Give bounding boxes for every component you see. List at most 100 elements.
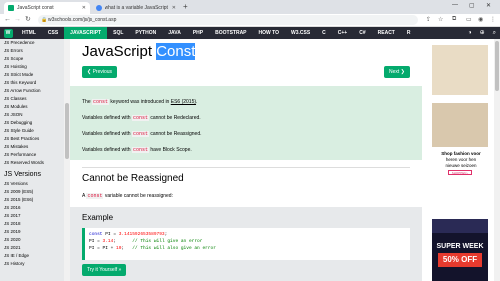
- example-title: Example: [82, 213, 114, 222]
- sidebar-item[interactable]: JS Classes: [0, 95, 64, 103]
- nav-python[interactable]: PYTHON: [129, 27, 162, 39]
- sidepanel-icon[interactable]: ▭: [466, 16, 472, 23]
- note-line-3: Variables defined with const cannot be R…: [82, 131, 202, 137]
- nav-w3css[interactable]: W3.CSS: [285, 27, 316, 39]
- try-it-yourself-button[interactable]: Try it Yourself »: [82, 264, 127, 276]
- sidebar-item[interactable]: JS 2021: [0, 244, 64, 252]
- page-scrollbar[interactable]: [494, 39, 500, 281]
- code-line: PI = PI + 10; // This will also give an …: [89, 246, 216, 251]
- sidebar-scroll-thumb[interactable]: [65, 103, 69, 159]
- nav-how-to[interactable]: HOW TO: [253, 27, 285, 39]
- forward-icon[interactable]: →: [14, 15, 21, 25]
- nav-javascript[interactable]: JAVASCRIPT: [64, 27, 108, 39]
- share-icon[interactable]: ⇪: [426, 16, 431, 23]
- divider: [82, 167, 410, 168]
- main-content: JavaScript Const ❮ Previous Next ❯ The c…: [70, 39, 422, 281]
- browser-tab-bar: JavaScript const ✕ what is a variable Ja…: [0, 0, 500, 14]
- browser-tab[interactable]: what is a variable JavaScript - Go ✕: [92, 2, 180, 14]
- nav-sql[interactable]: SQL: [107, 27, 129, 39]
- ad-text-3: nieuwe seizoen: [445, 163, 477, 168]
- w3schools-logo[interactable]: W: [0, 27, 16, 39]
- sidebar-item[interactable]: JS Style Guide: [0, 127, 64, 135]
- reload-icon[interactable]: ↻: [25, 15, 31, 25]
- sidebar-item[interactable]: JS History: [0, 260, 64, 268]
- nav-java[interactable]: JAVA: [162, 27, 187, 39]
- profile-icon[interactable]: ◉: [478, 16, 483, 23]
- es6-link[interactable]: ES6 (2015): [171, 99, 196, 105]
- section-paragraph: A const variable cannot be reassigned:: [82, 193, 173, 199]
- tab-label: what is a variable JavaScript - Go: [104, 5, 169, 11]
- sidebar-item[interactable]: JS Debugging: [0, 119, 64, 127]
- nav-cpp[interactable]: C++: [332, 27, 353, 39]
- sidebar-item[interactable]: JS 2020: [0, 236, 64, 244]
- sidebar-item[interactable]: JS 2019: [0, 228, 64, 236]
- ad-text-2: heren voor hen: [445, 157, 477, 162]
- sidebar-item[interactable]: JS IE / Edge: [0, 252, 64, 260]
- code-line: const PI = 3.141592653589793;: [89, 232, 168, 237]
- new-tab-icon[interactable]: +: [183, 2, 188, 12]
- browser-tab-active[interactable]: JavaScript const ✕: [4, 2, 90, 14]
- sidebar-item[interactable]: JS Versions: [0, 180, 64, 188]
- previous-button[interactable]: ❮ Previous: [82, 66, 118, 78]
- page-title: JavaScript Const: [82, 43, 196, 60]
- sidebar-item[interactable]: JS this Keyword: [0, 79, 64, 87]
- sidebar: JS Precedence JS Errors JS Scope JS Hoistin…: [0, 39, 64, 281]
- close-tab-icon[interactable]: ✕: [82, 5, 86, 11]
- ad-shirt-image[interactable]: [432, 103, 488, 147]
- page-scroll-thumb[interactable]: [495, 41, 499, 91]
- globe-icon[interactable]: ⊕: [480, 27, 485, 39]
- sidebar-item[interactable]: JS 2017: [0, 212, 64, 220]
- note-line-2: Variables defined with const cannot be R…: [82, 115, 201, 121]
- back-icon[interactable]: ←: [4, 15, 11, 25]
- ad-shop-button[interactable]: SHOPPEN ›: [448, 170, 472, 175]
- example-box: Example const PI = 3.141592653589793; PI…: [70, 207, 422, 281]
- sidebar-item[interactable]: JS Modules: [0, 103, 64, 111]
- maximize-icon[interactable]: ▢: [469, 2, 475, 9]
- sidebar-heading: JS Versions: [4, 171, 41, 178]
- sidebar-item[interactable]: JS Mistakes: [0, 143, 64, 151]
- nav-bootstrap[interactable]: BOOTSTRAP: [209, 27, 252, 39]
- lock-icon: 🔒: [41, 17, 48, 23]
- google-favicon-icon: [96, 5, 102, 11]
- sidebar-item[interactable]: JS Best Practices: [0, 135, 64, 143]
- sidebar-item[interactable]: JS Reserved Words: [0, 159, 64, 167]
- url-input[interactable]: 🔒 w3schools.com/js/js_const.asp: [38, 15, 418, 25]
- sidebar-item[interactable]: JS Errors: [0, 47, 64, 55]
- nav-html[interactable]: HTML: [16, 27, 42, 39]
- star-icon[interactable]: ☆: [438, 16, 443, 23]
- search-icon[interactable]: ⌕: [493, 27, 496, 39]
- sidebar-item[interactable]: JS Precedence: [0, 39, 64, 47]
- sidebar-item[interactable]: JS Hoisting: [0, 63, 64, 71]
- nav-react[interactable]: REACT: [372, 27, 401, 39]
- sidebar-item[interactable]: JS Performance: [0, 151, 64, 159]
- ad-jacket-image[interactable]: [432, 45, 488, 95]
- nav-css[interactable]: CSS: [42, 27, 64, 39]
- nav-c[interactable]: C: [316, 27, 332, 39]
- extensions-icon[interactable]: ⧉: [452, 16, 456, 23]
- ad-sale-banner[interactable]: SUPER WEEK 50% OFF: [432, 219, 488, 281]
- sidebar-item[interactable]: JS 2015 (ES6): [0, 196, 64, 204]
- sidebar-item[interactable]: JS Arrow Function: [0, 87, 64, 95]
- minimize-icon[interactable]: —: [452, 2, 458, 8]
- dark-mode-icon[interactable]: ◑: [468, 27, 472, 39]
- sidebar-item[interactable]: JS JSON: [0, 111, 64, 119]
- note-line-4: Variables defined with const have Block …: [82, 147, 192, 153]
- sale-discount: 50% OFF: [438, 253, 482, 267]
- next-button[interactable]: Next ❯: [384, 66, 410, 78]
- close-window-icon[interactable]: ✕: [486, 2, 491, 9]
- section-heading: Cannot be Reassigned: [82, 173, 184, 184]
- close-tab-icon[interactable]: ✕: [172, 5, 176, 11]
- nav-r[interactable]: R: [401, 27, 417, 39]
- address-bar-row: ← → ↻ 🔒 w3schools.com/js/js_const.asp ⇪ …: [0, 14, 500, 27]
- code-line: PI = 3.14; // This will give an error: [89, 239, 203, 244]
- sidebar-item[interactable]: JS Scope: [0, 55, 64, 63]
- sidebar-item[interactable]: JS 2018: [0, 220, 64, 228]
- sidebar-item[interactable]: JS 2009 (ES5): [0, 188, 64, 196]
- tab-label: JavaScript const: [17, 5, 54, 11]
- nav-php[interactable]: PHP: [187, 27, 209, 39]
- nav-csharp[interactable]: C#: [353, 27, 371, 39]
- sidebar-item[interactable]: JS Strict Mode: [0, 71, 64, 79]
- sidebar-item[interactable]: JS 2016: [0, 204, 64, 212]
- menu-icon[interactable]: ⋮: [490, 16, 496, 23]
- title-selection: Const: [156, 43, 196, 60]
